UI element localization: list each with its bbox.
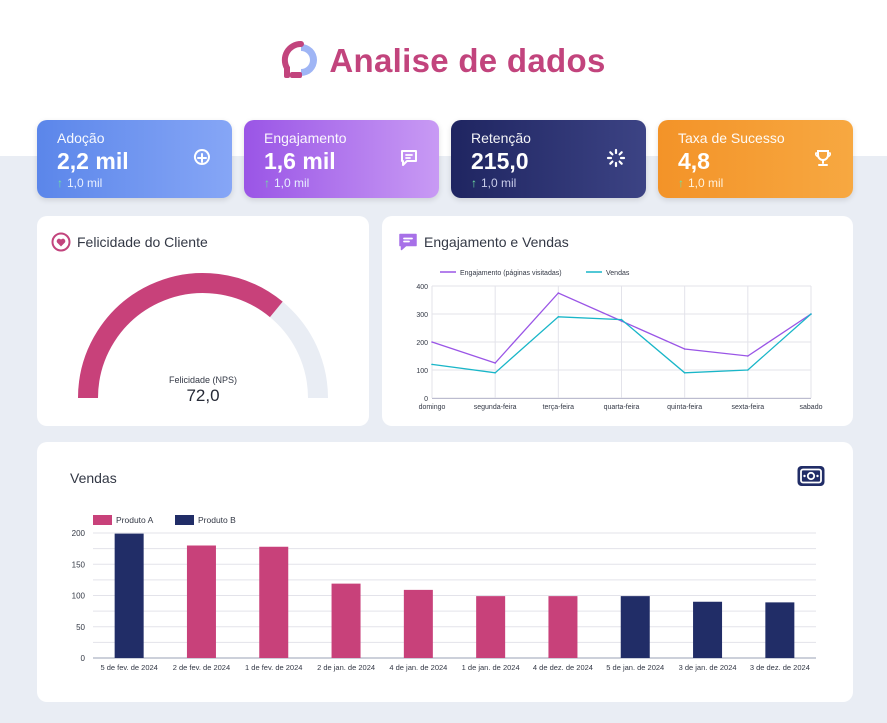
bar[interactable] [548, 596, 578, 658]
x-tick-label: terça-feira [543, 404, 575, 411]
data-point [620, 318, 623, 321]
nps-gauge: Felicidade (NPS) 72,0 [78, 273, 328, 405]
arrow-up-icon: ↑ [264, 176, 270, 190]
x-tick-label: 1 de fev. de 2024 [245, 663, 302, 672]
trophy-icon [815, 150, 831, 166]
loading-icon [606, 148, 626, 168]
message-icon [401, 150, 417, 166]
data-point [431, 363, 433, 366]
kpi-value: 4,8 [678, 148, 710, 174]
legend-label: Produto B [198, 515, 236, 525]
page-title: Analise de dados [329, 42, 606, 79]
x-tick-label: domingo [419, 404, 446, 411]
bar[interactable] [765, 602, 795, 658]
kpi-label: Engajamento [264, 130, 347, 146]
data-point [494, 362, 496, 364]
kpi-card-retencao[interactable]: Retenção 215,0 ↑ 1,0 mil [451, 120, 646, 198]
x-tick-label: 2 de fev. de 2024 [173, 663, 230, 672]
card-felicidade-do-cliente: Felicidade do Cliente Felicidade (NPS) 7… [37, 216, 369, 426]
kpi-value: 215,0 [471, 148, 529, 174]
kpi-card-engajamento[interactable]: Engajamento 1,6 mil ↑ 1,0 mil [244, 120, 439, 198]
x-tick-label: segunda-feira [474, 404, 517, 411]
x-tick-label: 4 de jan. de 2024 [389, 663, 447, 672]
kpi-card-taxa-de-sucesso[interactable]: Taxa de Sucesso 4,8 ↑ 1,0 mil [658, 120, 853, 198]
plus-circle-icon [193, 149, 210, 165]
y-tick-label: 200 [416, 340, 428, 347]
x-tick-label: 5 de fev. de 2024 [100, 663, 157, 672]
bar-chart: 0 50 100 150 200 Produto A Produto B 5 de fev. … [72, 515, 816, 672]
legend-label: Produto A [116, 515, 154, 525]
legend-label: Vendas [606, 270, 630, 277]
y-tick-label: 100 [72, 592, 86, 601]
data-point [557, 316, 560, 318]
gauge-value: 72,0 [186, 386, 219, 405]
y-tick-label: 0 [81, 654, 86, 663]
x-tick-label: sexta-feira [731, 404, 764, 411]
arrow-up-icon: ↑ [471, 176, 477, 190]
arrow-up-icon: ↑ [678, 176, 684, 190]
data-point [683, 372, 686, 374]
legend-swatch [175, 515, 194, 525]
kpi-label: Taxa de Sucesso [678, 130, 785, 146]
data-point [747, 355, 749, 357]
data-point [557, 292, 560, 294]
y-tick-label: 300 [416, 312, 428, 319]
y-tick-label: 150 [72, 560, 86, 569]
logo-icon [282, 41, 318, 78]
data-point [810, 313, 812, 315]
kpi-value: 1,6 mil [264, 148, 336, 174]
kpi-delta: ↑ 1,0 mil [57, 176, 103, 190]
bar[interactable] [693, 601, 723, 658]
x-tick-label: quarta-feira [604, 404, 640, 411]
arrow-up-icon: ↑ [57, 176, 63, 190]
bar[interactable] [331, 583, 361, 658]
y-tick-label: 100 [416, 368, 428, 375]
card-vendas: Vendas 0 50 100 150 200 Produto A Produto B5 d… [37, 442, 853, 702]
card-engajamento-e-vendas: Engajamento e Vendas 0 100 200 300 400 doming… [382, 216, 853, 426]
kpi-value: 2,2 mil [57, 148, 129, 174]
x-tick-label: 3 de jan. de 2024 [679, 663, 737, 672]
page-header: Analise de dados [0, 38, 887, 84]
y-tick-label: 400 [416, 284, 428, 291]
legend-swatch [93, 515, 112, 525]
x-tick-label: 4 de dez. de 2024 [533, 663, 593, 672]
kpi-card-adocao[interactable]: Adoção 2,2 mil ↑ 1,0 mil [37, 120, 232, 198]
kpi-delta: ↑ 1,0 mil [471, 176, 517, 190]
x-tick-label: 1 de jan. de 2024 [462, 663, 520, 672]
kpi-delta: ↑ 1,0 mil [264, 176, 310, 190]
data-point [494, 372, 496, 374]
bar[interactable] [186, 545, 216, 659]
kpi-delta: ↑ 1,0 mil [678, 176, 724, 190]
bar[interactable] [259, 546, 289, 658]
data-point [431, 341, 433, 343]
data-point [747, 369, 749, 371]
kpi-label: Retenção [471, 130, 531, 146]
kpi-label: Adoção [57, 130, 105, 146]
x-tick-label: quinta-feira [667, 404, 702, 411]
y-tick-label: 200 [72, 529, 86, 538]
x-tick-label: 5 de jan. de 2024 [606, 663, 664, 672]
bar[interactable] [476, 596, 506, 658]
x-tick-label: 2 de jan. de 2024 [317, 663, 375, 672]
x-tick-label: 3 de dez. de 2024 [750, 663, 810, 672]
x-tick-label: sabado [800, 404, 823, 411]
y-tick-label: 0 [424, 396, 428, 403]
line-chart: 0 100 200 300 400 domingo segunda-feira terça-f… [416, 270, 823, 411]
data-point [683, 348, 686, 350]
gauge-label: Felicidade (NPS) [169, 375, 237, 385]
legend-label: Engajamento (páginas visitadas) [460, 270, 562, 277]
bar[interactable] [620, 596, 650, 658]
bar[interactable] [114, 533, 144, 658]
y-tick-label: 50 [76, 623, 85, 632]
bar[interactable] [403, 589, 433, 658]
